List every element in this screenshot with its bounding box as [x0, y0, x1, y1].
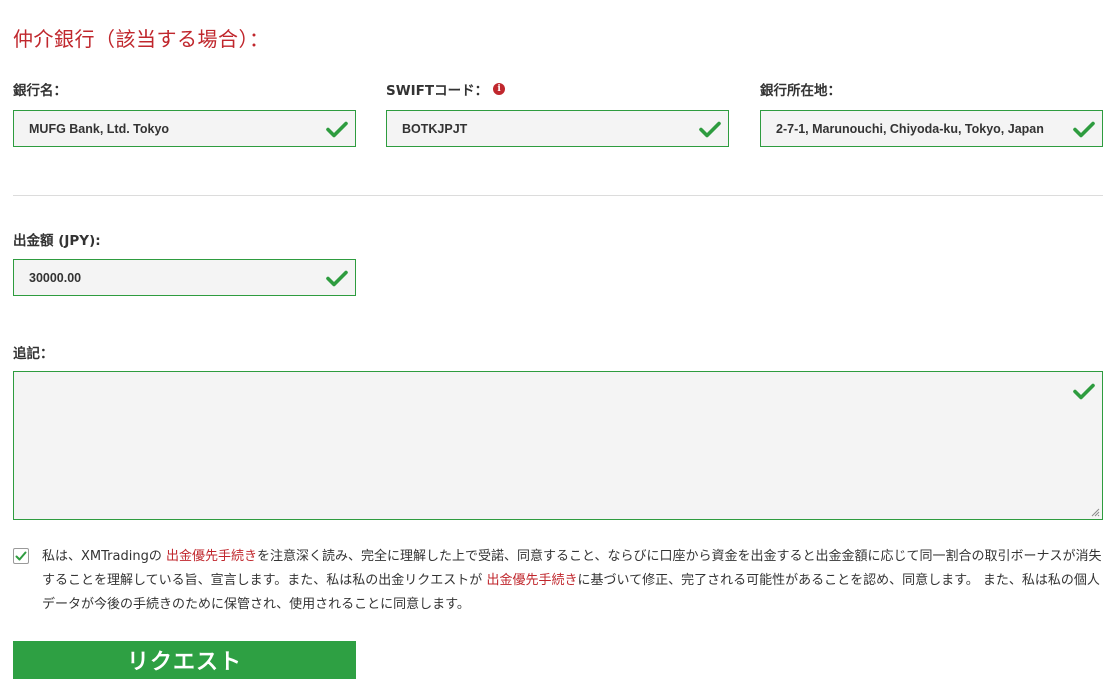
info-icon[interactable]: i — [493, 83, 506, 95]
agreement-checkbox[interactable] — [13, 548, 29, 564]
bank-name-label-text: 銀行名： — [13, 83, 67, 99]
check-icon — [699, 121, 721, 137]
bank-name-label: 銀行名： — [13, 79, 67, 99]
checkmark-icon — [15, 551, 27, 561]
bank-address-label-text: 銀行所在地： — [760, 83, 841, 99]
bank-name-field[interactable]: MUFG Bank, Ltd. Tokyo — [13, 110, 356, 147]
divider — [13, 195, 1103, 196]
priority-procedure-link[interactable]: 出金優先手続き — [166, 549, 257, 564]
amount-value[interactable]: 30000.00 — [14, 271, 325, 285]
swift-field[interactable]: BOTKJPJT — [386, 110, 729, 147]
amount-label: 出金額 (JPY): — [13, 229, 101, 249]
priority-procedure-link[interactable]: 出金優先手続き — [486, 573, 577, 588]
check-icon — [326, 270, 348, 286]
amount-field[interactable]: 30000.00 — [13, 259, 356, 296]
agreement-text: 私は、XMTradingの 出金優先手続きを注意深く読み、完全に理解した上で受諾… — [42, 545, 1103, 617]
resize-grip-icon[interactable] — [1090, 507, 1100, 517]
request-button[interactable]: リクエスト — [13, 641, 356, 679]
section-title: 仲介銀行（該当する場合）： — [13, 27, 270, 51]
memo-label-text: 追記： — [13, 346, 54, 362]
check-icon — [1073, 121, 1095, 137]
amount-label-text: 出金額 (JPY): — [13, 233, 101, 249]
memo-label: 追記： — [13, 342, 54, 362]
bank-name-value[interactable]: MUFG Bank, Ltd. Tokyo — [14, 122, 325, 136]
bank-address-value[interactable]: 2-7-1, Marunouchi, Chiyoda-ku, Tokyo, Ja… — [761, 122, 1072, 136]
swift-value[interactable]: BOTKJPJT — [387, 122, 698, 136]
agreement-row: 私は、XMTradingの 出金優先手続きを注意深く読み、完全に理解した上で受諾… — [13, 545, 1103, 617]
bank-address-label: 銀行所在地： — [760, 79, 841, 99]
bank-address-field[interactable]: 2-7-1, Marunouchi, Chiyoda-ku, Tokyo, Ja… — [760, 110, 1103, 147]
check-icon — [326, 121, 348, 137]
swift-label: SWIFTコード： i — [386, 79, 506, 99]
memo-textarea[interactable] — [13, 371, 1103, 520]
swift-label-text: SWIFTコード： — [386, 83, 489, 99]
check-icon — [1073, 383, 1095, 400]
agreement-text-1: 私は、XMTradingの — [42, 549, 166, 564]
